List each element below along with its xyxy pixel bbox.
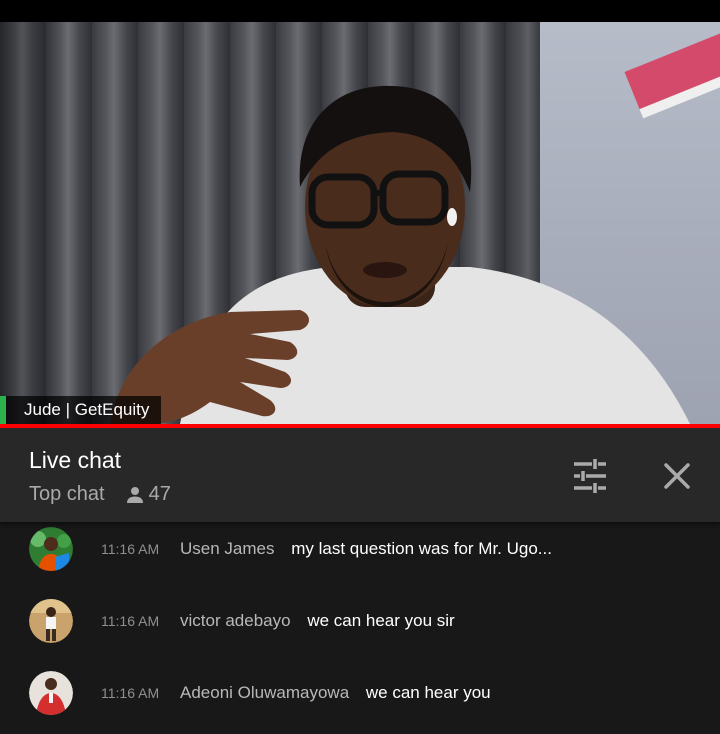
person-icon bbox=[126, 486, 143, 503]
close-icon[interactable] bbox=[662, 461, 692, 491]
message-author-line: Adeoni Oluwamayowa we can hear you bbox=[180, 683, 491, 703]
tune-icon[interactable] bbox=[572, 459, 608, 493]
message-timestamp: 11:16 AM bbox=[101, 685, 160, 701]
chat-message-list[interactable]: 11:16 AM Usen James my last question was… bbox=[0, 522, 720, 734]
status-bar bbox=[0, 0, 720, 22]
live-chat-header: Live chat Top chat 47 bbox=[0, 428, 720, 522]
message-author[interactable]: victor adebayo bbox=[180, 611, 291, 630]
speaker-name-tag: Jude | GetEquity bbox=[0, 396, 162, 424]
chat-message[interactable]: 11:16 AM Usen James my last question was… bbox=[0, 527, 720, 571]
avatar bbox=[29, 527, 73, 571]
message-author-line: Usen James my last question was for Mr. … bbox=[180, 539, 552, 559]
message-text: we can hear you sir bbox=[307, 611, 455, 630]
message-author[interactable]: Usen James bbox=[180, 539, 274, 558]
chat-message[interactable]: 11:16 AM victor adebayo we can hear you … bbox=[0, 599, 720, 643]
chat-message[interactable]: 11:16 AM Adeoni Oluwamayowa we can hear … bbox=[0, 671, 720, 715]
speaker-figure bbox=[110, 85, 690, 424]
message-timestamp: 11:16 AM bbox=[101, 613, 160, 629]
viewer-count: 47 bbox=[125, 483, 171, 506]
message-timestamp: 11:16 AM bbox=[101, 541, 160, 557]
message-text: we can hear you bbox=[365, 683, 491, 702]
chat-title: Live chat bbox=[29, 447, 122, 473]
message-author-line: victor adebayo we can hear you sir bbox=[180, 611, 455, 631]
chat-mode-label: Top chat bbox=[29, 483, 105, 505]
avatar bbox=[29, 671, 73, 715]
message-text: my last question was for Mr. Ugo... bbox=[291, 539, 552, 558]
chat-mode-selector[interactable]: Top chat 47 bbox=[29, 483, 171, 506]
video-player[interactable]: Jude | GetEquity bbox=[0, 22, 720, 424]
avatar bbox=[29, 599, 73, 643]
viewer-count-value: 47 bbox=[148, 483, 171, 505]
message-author[interactable]: Adeoni Oluwamayowa bbox=[180, 683, 349, 702]
